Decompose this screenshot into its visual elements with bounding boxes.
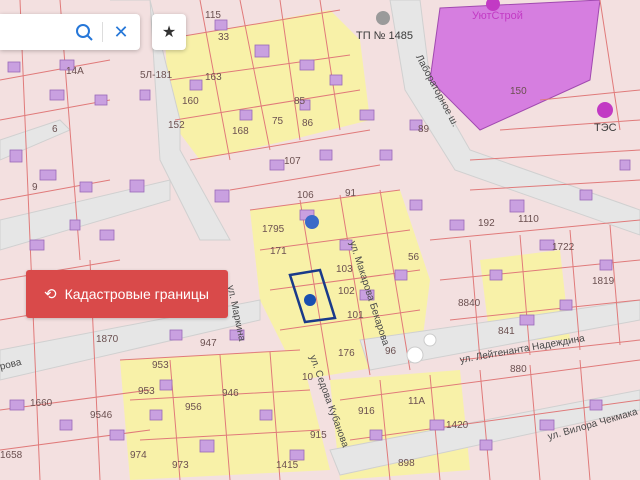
parcel-label: 841 xyxy=(498,326,515,337)
parcel-label: 101 xyxy=(347,310,364,321)
parcel-label: 160 xyxy=(182,96,199,107)
clear-button[interactable]: ✕ xyxy=(110,22,132,44)
parcel-label: 1795 xyxy=(262,224,285,235)
selected-marker[interactable] xyxy=(304,294,316,306)
parcel-label: 5Л-181 xyxy=(140,70,173,81)
parcel-label: 102 xyxy=(338,286,355,297)
parcel-label: 150 xyxy=(510,86,527,97)
parcel-label: 86 xyxy=(302,118,314,129)
parcel-label: 8840 xyxy=(458,298,481,309)
parcel-label: 176 xyxy=(338,348,355,359)
cadastral-borders-label: Кадастровые границы xyxy=(64,286,209,302)
poi-building-icon[interactable] xyxy=(305,215,319,229)
parcel-label: 56 xyxy=(408,252,420,263)
poi-tes-label[interactable]: ТЭС xyxy=(594,122,617,134)
parcel-label: 1660 xyxy=(30,398,53,409)
star-icon: ★ xyxy=(161,24,177,41)
parcel-label: 14А xyxy=(66,66,84,77)
parcel-label: 1870 xyxy=(96,334,119,345)
parcel-label: 152 xyxy=(168,120,185,131)
poi-shop-label[interactable]: УютСтрой xyxy=(472,10,523,22)
parcel-label: 973 xyxy=(172,460,189,471)
parcel-label: 85 xyxy=(294,96,306,107)
parcel-label: 1819 xyxy=(592,276,615,287)
poi-tp-label[interactable]: ТП № 1485 xyxy=(356,30,413,42)
parcel-label: 898 xyxy=(398,458,415,469)
search-icon xyxy=(76,24,93,41)
parcel-label: 916 xyxy=(358,406,375,417)
parcel-label: 33 xyxy=(218,32,230,43)
parcel-label: 6 xyxy=(52,124,58,135)
parcel-label: 947 xyxy=(200,338,217,349)
cadastral-borders-button[interactable]: ⟲ Кадастровые границы xyxy=(26,270,228,318)
parcel-label: 107 xyxy=(284,156,301,167)
parcel-label: 115 xyxy=(205,10,221,21)
round-structure xyxy=(423,333,437,347)
parcel-label: 91 xyxy=(345,188,357,199)
cadastral-map[interactable] xyxy=(0,0,640,480)
parcel-label: 915 xyxy=(310,430,327,441)
parcel-label: 163 xyxy=(205,72,222,83)
parcel-label: 880 xyxy=(510,364,527,375)
parcel-label: 956 xyxy=(185,402,202,413)
parcel-label: 96 xyxy=(385,346,397,357)
poi-tes-icon[interactable] xyxy=(597,102,613,118)
search-bar: ✕ xyxy=(0,14,140,50)
parcel-label: 192 xyxy=(478,218,495,229)
parcel-label: 106 xyxy=(297,190,314,201)
search-input[interactable] xyxy=(6,22,70,44)
parcel-label: 1658 xyxy=(0,450,23,461)
parcel-label: 1110 xyxy=(518,214,539,225)
parcel-label: 953 xyxy=(152,360,169,371)
search-button[interactable] xyxy=(74,22,96,44)
parcel-label: 974 xyxy=(130,450,147,461)
refresh-icon: ⟲ xyxy=(44,286,57,303)
parcel-label: 953 xyxy=(138,386,155,397)
parcel-label: 9 xyxy=(32,182,38,193)
poi-tp-icon[interactable] xyxy=(376,11,390,25)
parcel-label: 168 xyxy=(232,126,249,137)
divider xyxy=(102,22,103,42)
parcel-label: 11А xyxy=(408,396,426,407)
parcel-label: 1415 xyxy=(276,460,299,471)
favorite-button[interactable]: ★ xyxy=(152,14,186,50)
close-icon: ✕ xyxy=(113,22,129,42)
parcel-label: 89 xyxy=(418,124,430,135)
parcel-label: 10 xyxy=(302,372,314,383)
round-structure xyxy=(406,346,424,364)
parcel-label: 1420 xyxy=(446,420,469,431)
parcel-label: 171 xyxy=(270,246,287,257)
parcel-label: 946 xyxy=(222,388,239,399)
parcel-label: 75 xyxy=(272,116,284,127)
parcel-label: 103 xyxy=(336,264,353,275)
parcel-label: 1722 xyxy=(552,242,575,253)
parcel-label: 9546 xyxy=(90,410,113,421)
